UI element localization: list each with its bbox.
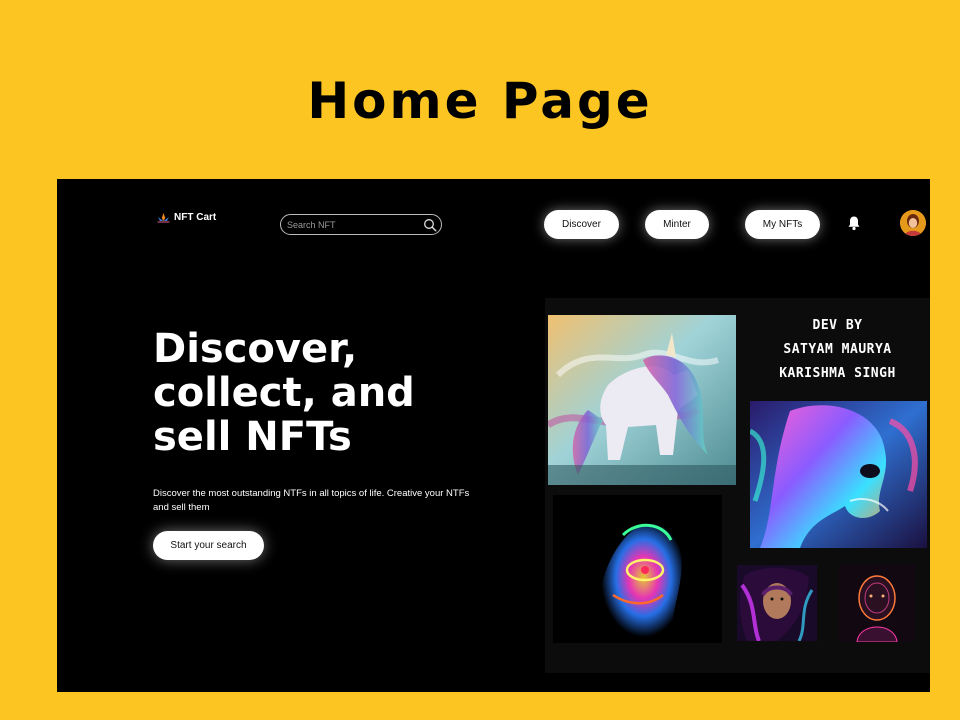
credits-line-1: DEV BY (812, 318, 863, 333)
search-icon[interactable] (423, 218, 437, 232)
search-input[interactable] (287, 218, 417, 231)
brand-name: NFT Cart (174, 212, 217, 223)
credits-line-2: SATYAM MAURYA (783, 342, 892, 357)
nft-alien-artwork[interactable] (750, 401, 927, 548)
start-search-button[interactable]: Start your search (153, 531, 264, 560)
nft-neon-face-artwork[interactable] (553, 495, 722, 643)
lotus-logo-icon (157, 213, 170, 223)
nav-discover-button[interactable]: Discover (544, 210, 619, 239)
nft-unicorn-artwork[interactable] (548, 315, 736, 485)
credits-line-3: KARISHMA SINGH (779, 366, 896, 381)
search-bar (280, 214, 442, 235)
bell-icon[interactable] (847, 215, 861, 231)
nft-portrait-artwork[interactable] (737, 565, 817, 641)
avatar-portrait (900, 210, 926, 236)
user-avatar[interactable] (900, 210, 926, 236)
hero-title-line-1: Discover, (153, 326, 358, 372)
nft-gallery: DEV BY SATYAM MAURYA KARISHMA SINGH (545, 298, 930, 673)
hero-title-line-2: collect, and (153, 370, 415, 416)
slide-title: Home Page (307, 72, 653, 130)
hero-title: Discover, collect, and sell NFTs (153, 327, 473, 459)
hero-subtitle: Discover the most outstanding NTFs in al… (153, 488, 470, 513)
nft-glow-head-artwork[interactable] (839, 564, 915, 642)
brand-logo[interactable]: NFT Cart (157, 212, 216, 223)
hero-title-line-3: sell NFTs (153, 414, 352, 460)
nav-minter-button[interactable]: Minter (645, 210, 709, 239)
nav-my-nfts-button[interactable]: My NFTs (745, 210, 820, 239)
developer-credits: DEV BY SATYAM MAURYA KARISHMA SINGH (745, 314, 930, 386)
app-screen: NFT Cart Discover Minter My NFTs Discove… (57, 179, 930, 692)
